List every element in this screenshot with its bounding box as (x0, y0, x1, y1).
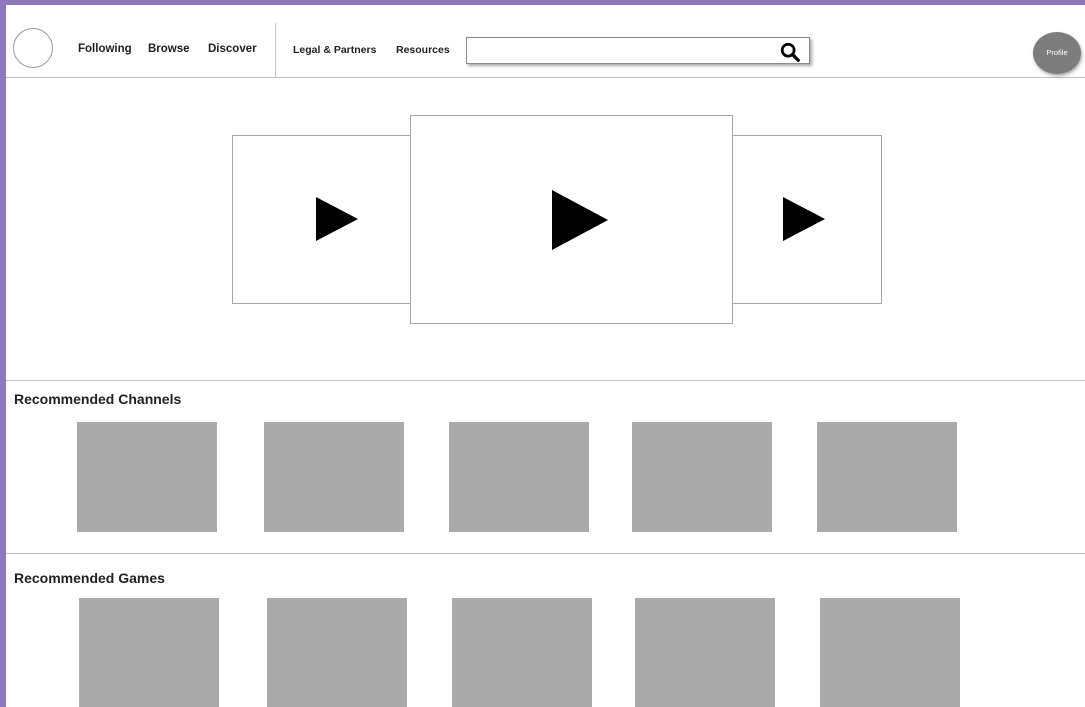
game-thumbnail[interactable] (452, 598, 592, 707)
page: Following Browse Discover Legal & Partne… (6, 5, 1085, 707)
top-navigation-bar: Following Browse Discover Legal & Partne… (6, 5, 1085, 78)
section-divider (6, 380, 1085, 381)
play-icon[interactable] (316, 197, 358, 241)
channel-thumbnail[interactable] (632, 422, 772, 532)
game-thumbnail[interactable] (267, 598, 407, 707)
play-icon[interactable] (783, 197, 825, 241)
game-thumbnail[interactable] (820, 598, 960, 707)
carousel-video-left[interactable] (232, 135, 412, 304)
recommended-channels-title: Recommended Channels (14, 391, 182, 407)
nav-resources[interactable]: Resources (396, 44, 450, 56)
search-box[interactable] (466, 37, 810, 64)
channel-thumbnail[interactable] (264, 422, 404, 532)
nav-browse[interactable]: Browse (148, 43, 190, 55)
game-thumbnail[interactable] (635, 598, 775, 707)
channel-thumbnail[interactable] (817, 422, 957, 532)
logo[interactable] (13, 28, 53, 68)
profile-button[interactable]: Profile (1033, 32, 1081, 74)
game-thumbnail[interactable] (79, 598, 219, 707)
nav-following[interactable]: Following (78, 43, 132, 55)
carousel-video-right[interactable] (732, 135, 882, 304)
section-divider (6, 553, 1085, 554)
nav-legal-partners[interactable]: Legal & Partners (293, 44, 376, 56)
nav-discover[interactable]: Discover (208, 43, 257, 55)
carousel-video-center[interactable] (410, 115, 733, 324)
nav-divider (275, 23, 276, 77)
play-icon[interactable] (552, 190, 608, 250)
channel-thumbnail[interactable] (77, 422, 217, 532)
recommended-games-title: Recommended Games (14, 570, 165, 586)
search-input[interactable] (469, 40, 773, 63)
search-icon[interactable] (779, 41, 801, 63)
channel-thumbnail[interactable] (449, 422, 589, 532)
